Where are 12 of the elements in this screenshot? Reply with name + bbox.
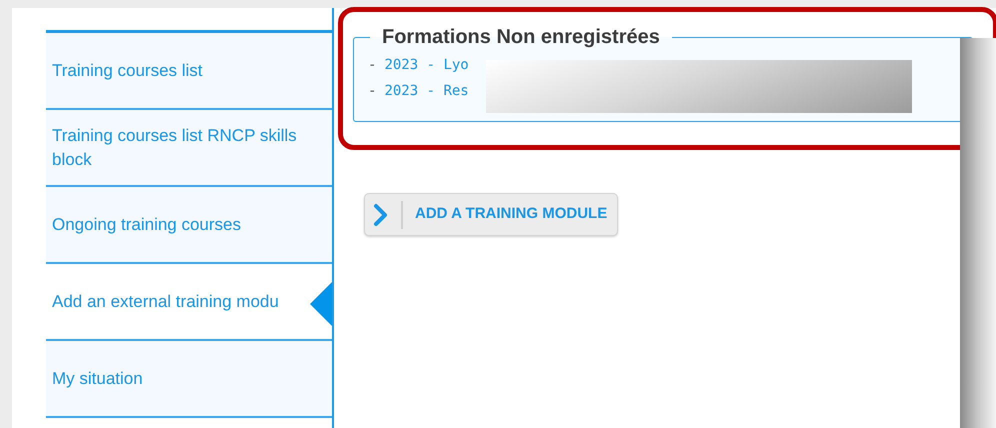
panel-title: Formations Non enregistrées	[381, 25, 661, 50]
sidebar-item[interactable]: Training courses list	[46, 33, 332, 110]
chevron-right-icon	[373, 202, 389, 226]
course-link[interactable]: 2023 - Lyo	[384, 52, 469, 78]
sidebar-item[interactable]: Ongoing training courses	[46, 187, 332, 264]
list-bullet: -	[368, 56, 376, 75]
course-link[interactable]: 2023 - Res	[384, 78, 469, 104]
pointer-icon	[310, 282, 332, 326]
list-bullet: -	[368, 82, 376, 101]
sidebar-item[interactable]: My situation	[46, 341, 332, 418]
sidebar-item[interactable]: Training courses list RNCP skills block	[46, 110, 332, 187]
add-module-button[interactable]: ADD A TRAINING MODULE	[364, 193, 618, 236]
